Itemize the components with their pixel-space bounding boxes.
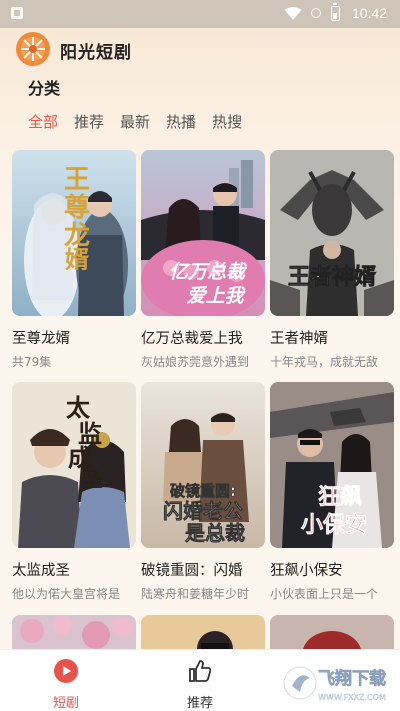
svg-text:王者神婿: 王者神婿 [288,264,376,290]
drama-title: 王者神婿 [270,331,328,347]
wifi-icon [284,7,302,20]
tab-recommended[interactable]: 推荐 [74,111,104,132]
svg-text:破镜重圆:: 破镜重圆: [170,482,236,500]
notification-app-icon [11,7,23,19]
poster-title-art: 王 尊 龙 婿 [64,165,90,270]
drama-subtitle: 他以为偌大皇宫将是 [12,587,121,601]
svg-text:爱上我: 爱上我 [186,285,246,307]
poster-title-art: 亿万总裁 爱上我 [169,261,248,307]
category-tabs: 全部 推荐 最新 热播 热搜 [28,111,242,132]
drama-grid: 王 尊 龙 婿 至尊龙婿 共79集 亿万总裁 爱上我 亿万总裁爱上我 灰姑娘苏莞… [12,150,394,614]
drama-poster: 破镜重圆: 闪婚老公 是总裁 [141,382,265,548]
app-logo-icon [16,32,50,66]
svg-text:婿: 婿 [65,245,89,270]
poster-title-art: 王者神婿 [288,264,377,291]
svg-text:太: 太 [66,393,91,422]
drama-poster: 亿万总裁 爱上我 [141,150,265,316]
status-time: 10:42 [352,5,388,21]
watermark-text: 飞翔下载 [318,668,386,689]
drama-poster: 王 尊 龙 婿 [12,150,136,316]
tab-latest[interactable]: 最新 [120,111,150,132]
watermark-logo: 飞翔下载 WWW.FXXZ.COM [283,666,386,702]
nav-label: 短剧 [52,696,79,711]
svg-text:王: 王 [64,165,90,195]
svg-text:闪婚老公: 闪婚老公 [163,499,243,523]
poster-title-art: 太 监 成 圣 [66,393,104,488]
drama-title: 太监成圣 [12,563,70,579]
drama-title: 狂飙小保安 [270,563,343,579]
poster-title-art: 狂飙 小保安 [301,485,368,539]
drama-title: 亿万总裁爱上我 [141,331,243,347]
drama-subtitle: 灰姑娘苏莞意外遇到 [141,355,250,369]
drama-subtitle: 共79集 [12,355,52,369]
tab-hot[interactable]: 热播 [166,111,196,132]
nav-label: 推荐 [186,696,213,711]
drama-card[interactable]: 破镜重圆: 闪婚老公 是总裁 破镜重圆：闪婚 陆寒舟和姜糖年少时 [141,382,265,614]
drama-card[interactable]: 王者神婿 王者神婿 十年戎马，成就无敌 [270,150,394,382]
drama-title: 至尊龙婿 [12,331,70,347]
drama-poster: 王者神婿 [270,150,394,316]
thumbs-up-icon [189,660,212,682]
drama-subtitle: 陆寒舟和姜糖年少时 [141,587,250,601]
drama-card[interactable]: 狂飙 小保安 狂飙小保安 小伙表面上只是一个 [270,382,394,614]
data-saver-icon [311,8,321,18]
drama-title: 破镜重圆：闪婚 [141,563,243,579]
watermark-url: WWW.FXXZ.COM [318,693,386,702]
play-circle-icon [54,659,78,683]
drama-card[interactable]: 王 尊 龙 婿 至尊龙婿 共79集 [12,150,136,382]
svg-text:小保安: 小保安 [301,512,367,538]
battery-icon [331,3,340,21]
section-label: 分类 [28,79,61,98]
status-bar: 10:42 [0,0,400,28]
drama-poster: 太 监 成 圣 [12,382,136,548]
app-title: 阳光短剧 [60,43,132,63]
svg-text:狂飙: 狂飙 [318,485,362,510]
tab-trending-search[interactable]: 热搜 [212,111,242,132]
tab-all[interactable]: 全部 [28,111,58,132]
svg-text:是总裁: 是总裁 [184,521,245,544]
drama-card[interactable]: 太 监 成 圣 太监成圣 他以为偌大皇宫将是 [12,382,136,614]
poster-title-art: 破镜重圆: 闪婚老公 是总裁 [163,482,246,544]
drama-poster: 狂飙 小保安 [270,382,394,548]
nav-item-drama[interactable]: 短剧 [26,658,106,711]
drama-subtitle: 小伙表面上只是一个 [270,587,379,601]
svg-text:圣: 圣 [81,468,104,488]
svg-text:亿万总裁: 亿万总裁 [169,261,248,283]
drama-card[interactable]: 亿万总裁 爱上我 亿万总裁爱上我 灰姑娘苏莞意外遇到 [141,150,265,382]
nav-item-recommend[interactable]: 推荐 [160,658,240,711]
svg-text:尊: 尊 [64,192,90,223]
drama-subtitle: 十年戎马，成就无敌 [270,355,379,369]
